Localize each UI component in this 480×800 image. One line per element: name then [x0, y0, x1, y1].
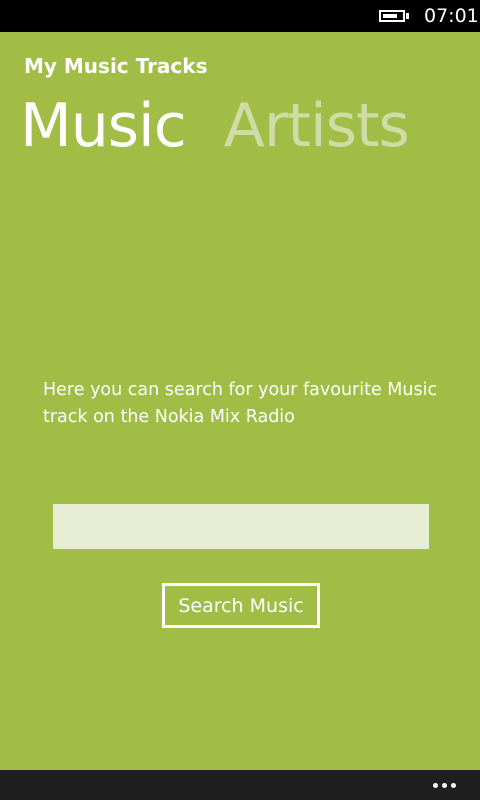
pivot-headers: Music Artists	[20, 86, 429, 166]
search-description: Here you can search for your favourite M…	[43, 380, 438, 427]
search-input[interactable]	[53, 504, 429, 549]
search-music-button[interactable]: Search Music	[162, 583, 320, 628]
app-title: My Music Tracks	[24, 54, 208, 78]
pivot-header-music[interactable]: Music	[20, 86, 187, 166]
app-content: My Music Tracks Music Artists Here you c…	[0, 32, 480, 770]
status-clock: 07:01	[424, 5, 479, 27]
status-bar: 07:01	[0, 0, 480, 32]
more-dot	[451, 783, 456, 788]
more-dots-icon[interactable]	[426, 778, 462, 792]
more-dot	[433, 783, 438, 788]
more-dot	[442, 783, 447, 788]
pivot-header-artists[interactable]: Artists	[224, 86, 410, 166]
battery-level-fill	[383, 14, 397, 18]
battery-tip	[406, 13, 409, 19]
application-bar	[0, 770, 480, 800]
battery-icon	[379, 10, 405, 22]
